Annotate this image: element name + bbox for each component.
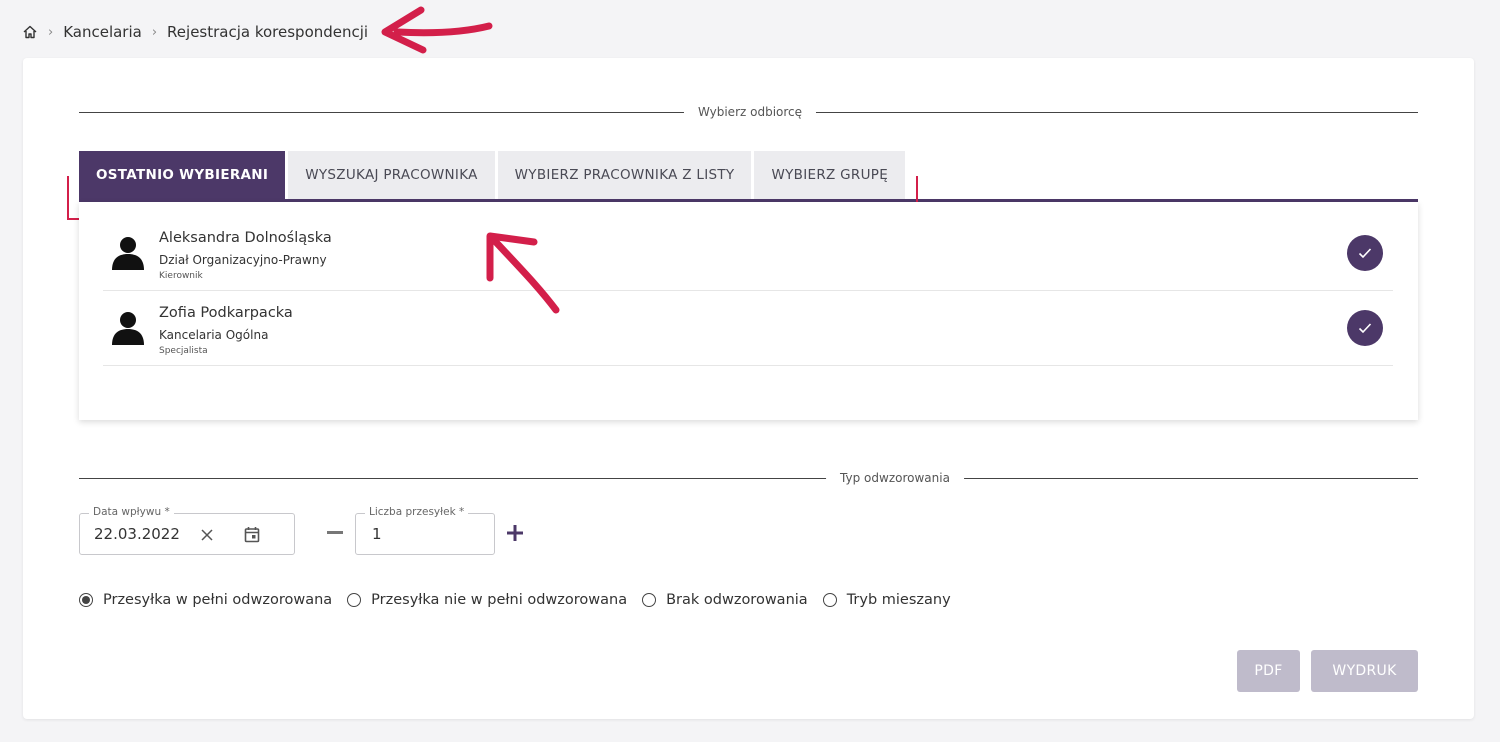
- mapping-section-label: Typ odwzorowania: [826, 471, 964, 485]
- divider-mapping: [79, 478, 1418, 479]
- mapping-type-radio-group: Przesyłka w pełni odwzorowana Przesyłka …: [79, 592, 966, 608]
- radio-label: Brak odwzorowania: [666, 592, 808, 608]
- person-name: Aleksandra Dolnośląska: [159, 230, 332, 246]
- plus-icon[interactable]: [507, 525, 523, 541]
- check-icon: [1358, 323, 1372, 334]
- tab-recently-selected[interactable]: OSTATNIO WYBIERANI: [79, 151, 286, 199]
- count-field[interactable]: Liczba przesyłek * 1: [355, 506, 495, 555]
- main-card: Wybierz odbiorcę OSTATNIO WYBIERANI WYSZ…: [23, 58, 1474, 719]
- list-item[interactable]: Aleksandra Dolnośląska Dział Organizacyj…: [103, 216, 1393, 291]
- radio-button[interactable]: [822, 593, 837, 607]
- person-department: Kancelaria Ogólna: [159, 328, 269, 342]
- radio-button[interactable]: [79, 593, 93, 607]
- chevron-right-icon: ›: [151, 24, 158, 40]
- print-button[interactable]: WYDRUK: [1311, 650, 1418, 692]
- recipient-tabs: OSTATNIO WYBIERANI WYSZUKAJ PRACOWNIKA W…: [79, 151, 906, 199]
- check-icon: [1358, 248, 1372, 259]
- tab-select-employee-list[interactable]: WYBIERZ PRACOWNIKA Z LISTY: [497, 151, 752, 199]
- person-department: Dział Organizacyjno-Prawny: [159, 253, 327, 267]
- radio-fully-mapped[interactable]: Przesyłka w pełni odwzorowana: [79, 592, 332, 608]
- count-field-label: Liczba przesyłek *: [365, 506, 469, 518]
- person-name: Zofia Podkarpacka: [159, 305, 293, 321]
- minus-icon[interactable]: [327, 531, 343, 534]
- home-icon[interactable]: [22, 24, 38, 40]
- recent-recipients-list: Aleksandra Dolnośląska Dział Organizacyj…: [79, 202, 1418, 420]
- tab-select-group[interactable]: WYBIERZ GRUPĘ: [754, 151, 906, 199]
- tab-search-employee[interactable]: WYSZUKAJ PRACOWNIKA: [288, 151, 495, 199]
- radio-button[interactable]: [347, 593, 362, 607]
- clear-icon[interactable]: [201, 529, 213, 541]
- pdf-button[interactable]: PDF: [1237, 650, 1300, 692]
- breadcrumb: › Kancelaria › Rejestracja korespondencj…: [22, 20, 368, 44]
- radio-label: Tryb mieszany: [846, 592, 951, 608]
- breadcrumb-item-current: Rejestracja korespondencji: [167, 23, 369, 41]
- radio-label: Przesyłka nie w pełni odwzorowana: [371, 592, 628, 608]
- date-field[interactable]: Data wpływu * 22.03.2022: [79, 506, 295, 555]
- date-field-value[interactable]: 22.03.2022: [94, 525, 180, 543]
- radio-mixed-mode[interactable]: Tryb mieszany: [822, 592, 951, 608]
- person-avatar-icon: [112, 312, 144, 345]
- person-avatar-icon: [112, 237, 144, 270]
- person-role: Kierownik: [159, 271, 203, 281]
- breadcrumb-item-kancelaria[interactable]: Kancelaria: [63, 23, 142, 41]
- recipient-section-label: Wybierz odbiorcę: [683, 105, 817, 119]
- radio-partially-mapped[interactable]: Przesyłka nie w pełni odwzorowana: [347, 592, 627, 608]
- person-role: Specjalista: [159, 346, 208, 356]
- count-field-value[interactable]: 1: [372, 525, 382, 543]
- calendar-icon[interactable]: [244, 526, 260, 543]
- select-check-button[interactable]: [1347, 235, 1383, 271]
- radio-no-mapping[interactable]: Brak odwzorowania: [642, 592, 808, 608]
- list-item[interactable]: Zofia Podkarpacka Kancelaria Ogólna Spec…: [103, 291, 1393, 366]
- select-check-button[interactable]: [1347, 310, 1383, 346]
- annotation-arrow-left: [381, 6, 493, 54]
- radio-button[interactable]: [642, 593, 657, 607]
- chevron-right-icon: ›: [48, 24, 54, 40]
- date-field-label: Data wpływu *: [89, 506, 174, 518]
- radio-label: Przesyłka w pełni odwzorowana: [103, 592, 333, 608]
